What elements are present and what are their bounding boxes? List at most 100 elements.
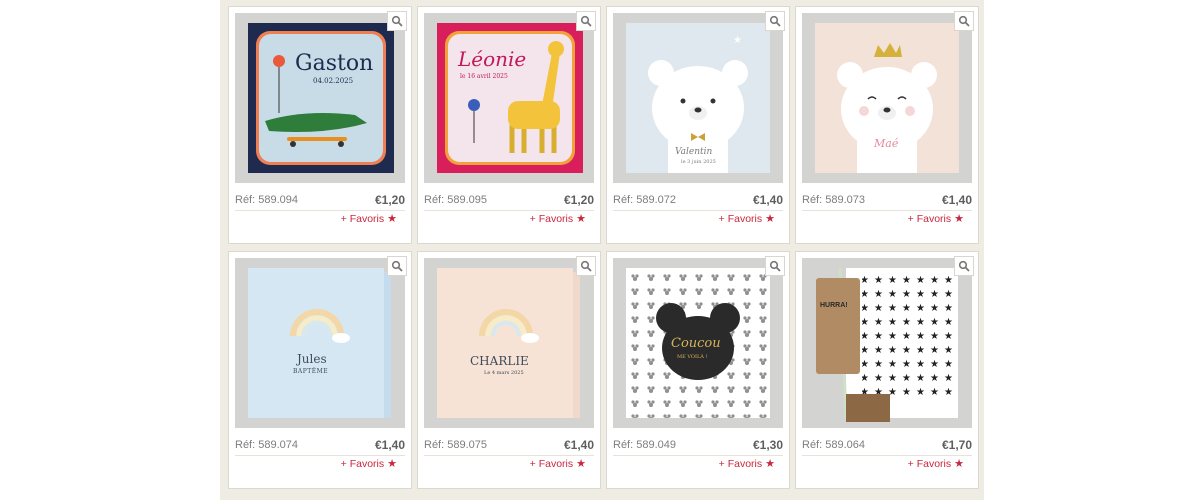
card-subtitle-text: ME VOILÀ ! [677, 354, 708, 360]
product-image[interactable]: Coucou ME VOILÀ ! [613, 258, 783, 428]
card-name-text: Maé [874, 137, 899, 150]
card-name-text: HURRA! [820, 302, 848, 309]
star-icon: ★ [387, 458, 397, 470]
zoom-button[interactable] [765, 256, 785, 276]
add-to-favorites[interactable]: + Favoris ★ [907, 457, 964, 471]
add-to-favorites[interactable]: + Favoris ★ [718, 212, 775, 226]
product-image[interactable]: Jules BAPTÊME [235, 258, 405, 428]
product-meta: Réf: 589.074 €1,40 [235, 435, 405, 456]
star-icon: ★ [954, 213, 964, 225]
product-card[interactable]: Coucou ME VOILÀ ! Réf: 589.049 €1,30 + F… [606, 251, 790, 489]
product-price: €1,30 [752, 438, 783, 452]
card-illustration: ★ [802, 258, 972, 428]
card-name-text: Gaston [295, 51, 374, 76]
product-ref: Réf: 589.064 [802, 439, 865, 451]
add-to-favorites[interactable]: + Favoris ★ [340, 212, 397, 226]
product-card[interactable]: Léonie le 16 avril 2025 Réf: 589.095 €1,… [417, 6, 601, 244]
product-image[interactable]: Léonie le 16 avril 2025 [424, 13, 594, 183]
product-price: €1,40 [563, 438, 594, 452]
favorites-label: + Favoris [718, 212, 763, 225]
product-price: €1,40 [374, 438, 405, 452]
favorites-label: + Favoris [529, 212, 574, 225]
card-name-text: Coucou [671, 336, 721, 351]
zoom-button[interactable] [954, 256, 974, 276]
card-illustration [424, 258, 594, 428]
product-card[interactable]: ★ Valentin le 3 juin 2025 Réf: 589.072 €… [606, 6, 790, 244]
card-illustration [424, 13, 594, 183]
product-image[interactable]: ★ HURRA! [802, 258, 972, 428]
card-date-text: 04.02.2025 [313, 77, 354, 85]
card-illustration [802, 13, 972, 183]
magnifier-icon [391, 260, 403, 272]
star-icon: ★ [576, 458, 586, 470]
product-grid: Gaston 04.02.2025 Réf: 589.094 €1,20 + F… [220, 0, 984, 500]
add-to-favorites[interactable]: + Favoris ★ [529, 457, 586, 471]
star-icon: ★ [765, 213, 775, 225]
magnifier-icon [769, 15, 781, 27]
product-price: €1,40 [752, 193, 783, 207]
product-ref: Réf: 589.095 [424, 194, 487, 206]
product-ref: Réf: 589.074 [235, 439, 298, 451]
card-name-text: Jules [297, 352, 327, 366]
star-icon: ★ [387, 213, 397, 225]
card-illustration [235, 258, 405, 428]
card-name-text: Léonie [458, 47, 527, 71]
card-illustration: ★ [613, 13, 783, 183]
add-to-favorites[interactable]: + Favoris ★ [907, 212, 964, 226]
favorites-label: + Favoris [718, 457, 763, 470]
zoom-button[interactable] [387, 11, 407, 31]
product-meta: Réf: 589.094 €1,20 [235, 190, 405, 211]
star-icon: ★ [576, 213, 586, 225]
svg-text:★: ★ [733, 35, 742, 46]
product-image[interactable]: Maé [802, 13, 972, 183]
zoom-button[interactable] [765, 11, 785, 31]
product-card[interactable]: Maé Réf: 589.073 €1,40 + Favoris ★ [795, 6, 979, 244]
product-meta: Réf: 589.075 €1,40 [424, 435, 594, 456]
magnifier-icon [769, 260, 781, 272]
add-to-favorites[interactable]: + Favoris ★ [529, 212, 586, 226]
product-card[interactable]: CHARLIE Le 4 mars 2025 Réf: 589.075 €1,4… [417, 251, 601, 489]
card-date-text: le 16 avril 2025 [460, 73, 508, 80]
add-to-favorites[interactable]: + Favoris ★ [718, 457, 775, 471]
favorites-label: + Favoris [907, 457, 952, 470]
zoom-button[interactable] [576, 11, 596, 31]
favorites-label: + Favoris [340, 457, 385, 470]
product-meta: Réf: 589.095 €1,20 [424, 190, 594, 211]
card-date-text: le 3 juin 2025 [681, 159, 716, 165]
card-name-text: CHARLIE [470, 354, 529, 368]
product-card[interactable]: Gaston 04.02.2025 Réf: 589.094 €1,20 + F… [228, 6, 412, 244]
favorites-label: + Favoris [907, 212, 952, 225]
product-meta: Réf: 589.049 €1,30 [613, 435, 783, 456]
zoom-button[interactable] [954, 11, 974, 31]
product-ref: Réf: 589.094 [235, 194, 298, 206]
magnifier-icon [580, 15, 592, 27]
favorites-label: + Favoris [529, 457, 574, 470]
magnifier-icon [958, 15, 970, 27]
product-ref: Réf: 589.075 [424, 439, 487, 451]
star-icon: ★ [954, 458, 964, 470]
product-card[interactable]: Jules BAPTÊME Réf: 589.074 €1,40 + Favor… [228, 251, 412, 489]
product-price: €1,40 [941, 193, 972, 207]
product-image[interactable]: CHARLIE Le 4 mars 2025 [424, 258, 594, 428]
card-name-text: Valentin [675, 147, 713, 157]
favorites-label: + Favoris [340, 212, 385, 225]
product-meta: Réf: 589.064 €1,70 [802, 435, 972, 456]
product-image[interactable]: ★ Valentin le 3 juin 2025 [613, 13, 783, 183]
product-price: €1,20 [374, 193, 405, 207]
product-image[interactable]: Gaston 04.02.2025 [235, 13, 405, 183]
product-meta: Réf: 589.073 €1,40 [802, 190, 972, 211]
magnifier-icon [391, 15, 403, 27]
magnifier-icon [958, 260, 970, 272]
zoom-button[interactable] [576, 256, 596, 276]
product-price: €1,70 [941, 438, 972, 452]
add-to-favorites[interactable]: + Favoris ★ [340, 457, 397, 471]
product-card[interactable]: ★ HURRA! Réf: 589.064 €1,70 + Favoris ★ [795, 251, 979, 489]
product-ref: Réf: 589.049 [613, 439, 676, 451]
product-meta: Réf: 589.072 €1,40 [613, 190, 783, 211]
product-price: €1,20 [563, 193, 594, 207]
card-illustration [235, 13, 405, 183]
card-subtitle-text: BAPTÊME [293, 368, 329, 375]
card-date-text: Le 4 mars 2025 [484, 370, 524, 376]
zoom-button[interactable] [387, 256, 407, 276]
product-ref: Réf: 589.073 [802, 194, 865, 206]
